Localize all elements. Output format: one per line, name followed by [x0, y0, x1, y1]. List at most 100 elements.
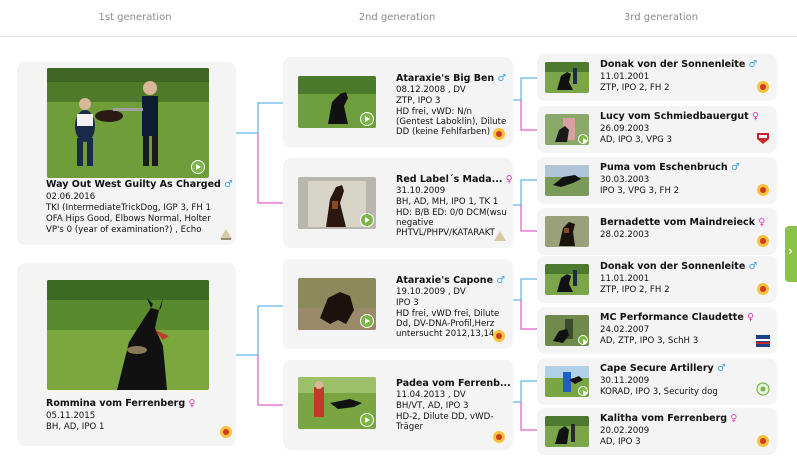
- gen3-video-icon-6[interactable]: [578, 335, 588, 345]
- gen3-video-icon-2[interactable]: [578, 134, 588, 144]
- gen3-card-7[interactable]: Cape Secure Artillery ♂ 30.11.2009 KORAD…: [537, 358, 777, 405]
- gen3-card-8[interactable]: Kalitha vom Ferrenberg ♀ 20.02.2009 AD, …: [537, 408, 777, 455]
- gen1-sire-photo[interactable]: [47, 68, 209, 178]
- gen1-sire-video-icon[interactable]: [191, 160, 205, 174]
- gen2-photo-1[interactable]: [298, 76, 376, 128]
- gen2-club-logo-icon-2: [493, 228, 507, 242]
- gen2-date-3: 19.10.2009 , DV: [396, 287, 466, 297]
- gen3-titles-5: ZTP, IPO 2, FH 2: [600, 285, 670, 295]
- female-icon: ♀: [758, 217, 766, 228]
- gen3-name-2[interactable]: Lucy vom Schmiedbauergut ♀: [600, 111, 759, 122]
- gen3-date-5: 11.01.2001: [600, 274, 650, 284]
- gen3-name-1[interactable]: Donak von der Sonnenleite ♂: [600, 59, 757, 70]
- gen2-name-text-2[interactable]: Red Label´s Mada...: [396, 174, 502, 185]
- gen2-health-4b: Träger: [396, 422, 424, 432]
- gen3-name-5[interactable]: Donak von der Sonnenleite ♂: [600, 261, 757, 272]
- gen2-video-icon-3[interactable]: [360, 314, 374, 328]
- connector-g3-4: [520, 205, 537, 232]
- gen3-name-text-5[interactable]: Donak von der Sonnenleite: [600, 261, 745, 272]
- connector-sire-dam-line: [257, 133, 283, 204]
- gen2-name-2[interactable]: Red Label´s Mada... ♀: [396, 174, 513, 185]
- gen1-dam-name-text[interactable]: Rommina vom Ferrenberg: [46, 398, 185, 409]
- gen3-date-4: 28.02.2003: [600, 230, 650, 240]
- gen3-club-logo-icon-7: [756, 381, 770, 396]
- male-icon: ♂: [497, 73, 506, 84]
- gen3-titles-8: AD, IPO 3: [600, 437, 641, 447]
- gen3-club-logo-icon-4: [757, 235, 769, 247]
- gen3-card-4[interactable]: Bernadette vom Maindreieck ♀ 28.02.2003: [537, 208, 777, 255]
- gen2-video-icon-2[interactable]: [360, 213, 374, 227]
- gen1-sire-card[interactable]: Way Out West Guilty As Charged ♂ 02.06.2…: [17, 62, 236, 245]
- gen3-photo-3[interactable]: [545, 165, 589, 196]
- gen1-sire-name-text[interactable]: Way Out West Guilty As Charged: [46, 179, 221, 190]
- gen2-card-4[interactable]: Padea vom Ferrenb... 11.04.2013 , DV BH/…: [283, 360, 513, 450]
- gen3-photo-8[interactable]: [545, 416, 589, 447]
- gen3-club-logo-icon-3: [757, 184, 769, 196]
- gen1-dam-photo[interactable]: [47, 280, 209, 390]
- gen1-sire-titles: TKI (IntermediateTrickDog, IGP 3, FH 1: [46, 203, 211, 213]
- gen2-name-1[interactable]: Ataraxie's Big Ben ♂: [396, 73, 506, 84]
- gen2-health-2c: PHTVL/PHPV/KATARAKT: [396, 228, 495, 238]
- gen1-dam-card[interactable]: Rommina vom Ferrenberg ♀ 05.11.2015 BH, …: [17, 263, 236, 446]
- gen2-name-4[interactable]: Padea vom Ferrenb...: [396, 378, 511, 389]
- gen3-photo-2[interactable]: [545, 114, 589, 145]
- gen3-name-7[interactable]: Cape Secure Artillery ♂: [600, 363, 726, 374]
- gen2-club-logo-icon-1: [493, 128, 505, 140]
- gen3-name-4[interactable]: Bernadette vom Maindreieck ♀: [600, 217, 765, 228]
- gen1-sire-health-1: OFA Hips Good, Elbows Normal, Holter: [46, 214, 211, 224]
- gen2-photo-4[interactable]: [298, 377, 376, 429]
- gen2-name-text-4[interactable]: Padea vom Ferrenb...: [396, 378, 511, 389]
- gen2-titles-2: BH, AD, MH, IPO 1, TK 1: [396, 197, 499, 207]
- gen3-name-text-4[interactable]: Bernadette vom Maindreieck: [600, 217, 755, 228]
- expand-tab-chevron-right-icon[interactable]: [785, 226, 797, 282]
- gen3-card-2[interactable]: Lucy vom Schmiedbauergut ♀ 26.09.2003 AD…: [537, 106, 777, 153]
- gen3-photo-5[interactable]: [545, 264, 589, 295]
- gen3-photo-7[interactable]: [545, 366, 589, 397]
- gen2-card-3[interactable]: Ataraxie's Capone ♂ 19.10.2009 , DV IPO …: [283, 259, 513, 349]
- female-icon: ♀: [730, 413, 738, 424]
- gen3-name-text-3[interactable]: Puma vom Eschenbruch: [600, 162, 728, 173]
- gen3-name-8[interactable]: Kalitha vom Ferrenberg ♀: [600, 413, 737, 424]
- gen1-sire-name[interactable]: Way Out West Guilty As Charged ♂: [46, 179, 233, 190]
- gen2-video-icon-1[interactable]: [360, 112, 374, 126]
- gen3-card-3[interactable]: Puma vom Eschenbruch ♂ 30.03.2003 IPO 3,…: [537, 157, 777, 204]
- female-icon: ♀: [752, 111, 759, 122]
- gen2-card-1[interactable]: Ataraxie's Big Ben ♂ 08.12.2008 , DV ZTP…: [283, 57, 513, 147]
- gen3-date-6: 24.02.2007: [600, 325, 650, 335]
- male-icon: ♂: [496, 275, 505, 286]
- gen2-name-text-1[interactable]: Ataraxie's Big Ben: [396, 73, 494, 84]
- gen2-card-2[interactable]: Red Label´s Mada... ♀ 31.10.2009 BH, AD,…: [283, 158, 513, 248]
- gen3-date-1: 11.01.2001: [600, 72, 650, 82]
- gen3-card-6[interactable]: MC Performance Claudette ♀ 24.02.2007 AD…: [537, 307, 777, 354]
- gen1-dam-titles: BH, AD, IPO 1: [46, 422, 105, 432]
- gen3-name-text-8[interactable]: Kalitha vom Ferrenberg: [600, 413, 727, 424]
- gen2-name-text-3[interactable]: Ataraxie's Capone: [396, 275, 493, 286]
- gen3-club-logo-icon-8: [757, 435, 769, 447]
- gen2-photo-2[interactable]: [298, 177, 376, 229]
- gen3-name-6[interactable]: MC Performance Claudette ♀: [600, 312, 754, 323]
- gen3-card-1[interactable]: Donak von der Sonnenleite ♂ 11.01.2001 Z…: [537, 54, 777, 101]
- gen3-photo-1[interactable]: [545, 62, 589, 93]
- gen3-video-icon-7[interactable]: [578, 386, 588, 396]
- female-icon: ♀: [747, 312, 755, 323]
- gen3-name-text-2[interactable]: Lucy vom Schmiedbauergut: [600, 111, 749, 122]
- gen2-name-3[interactable]: Ataraxie's Capone ♂: [396, 275, 505, 286]
- gen1-sire-club-logo-icon: [219, 226, 233, 240]
- female-icon: ♀: [188, 398, 196, 409]
- gen3-titles-7: KORAD, IPO 3, Security dog: [600, 387, 718, 397]
- gen2-titles-1: ZTP, IPO 3: [396, 96, 441, 106]
- gen3-name-text-6[interactable]: MC Performance Claudette: [600, 312, 744, 323]
- gen3-name-text-7[interactable]: Cape Secure Artillery: [600, 363, 714, 374]
- gen2-photo-3[interactable]: [298, 278, 376, 330]
- gen3-photo-6[interactable]: [545, 315, 589, 346]
- gen3-photo-4[interactable]: [545, 216, 589, 247]
- gen2-video-icon-4[interactable]: [360, 413, 374, 427]
- gen3-name-text-1[interactable]: Donak von der Sonnenleite: [600, 59, 745, 70]
- gen3-name-3[interactable]: Puma vom Eschenbruch ♂: [600, 162, 740, 173]
- gen3-card-5[interactable]: Donak von der Sonnenleite ♂ 11.01.2001 Z…: [537, 256, 777, 303]
- connector-g3-6: [520, 300, 537, 330]
- gen1-dam-club-logo-icon: [220, 426, 232, 438]
- gen1-dam-name[interactable]: Rommina vom Ferrenberg ♀: [46, 398, 195, 409]
- gen3-titles-3: IPO 3, VPG 3, FH 2: [600, 186, 680, 196]
- gen3-date-7: 30.11.2009: [600, 376, 650, 386]
